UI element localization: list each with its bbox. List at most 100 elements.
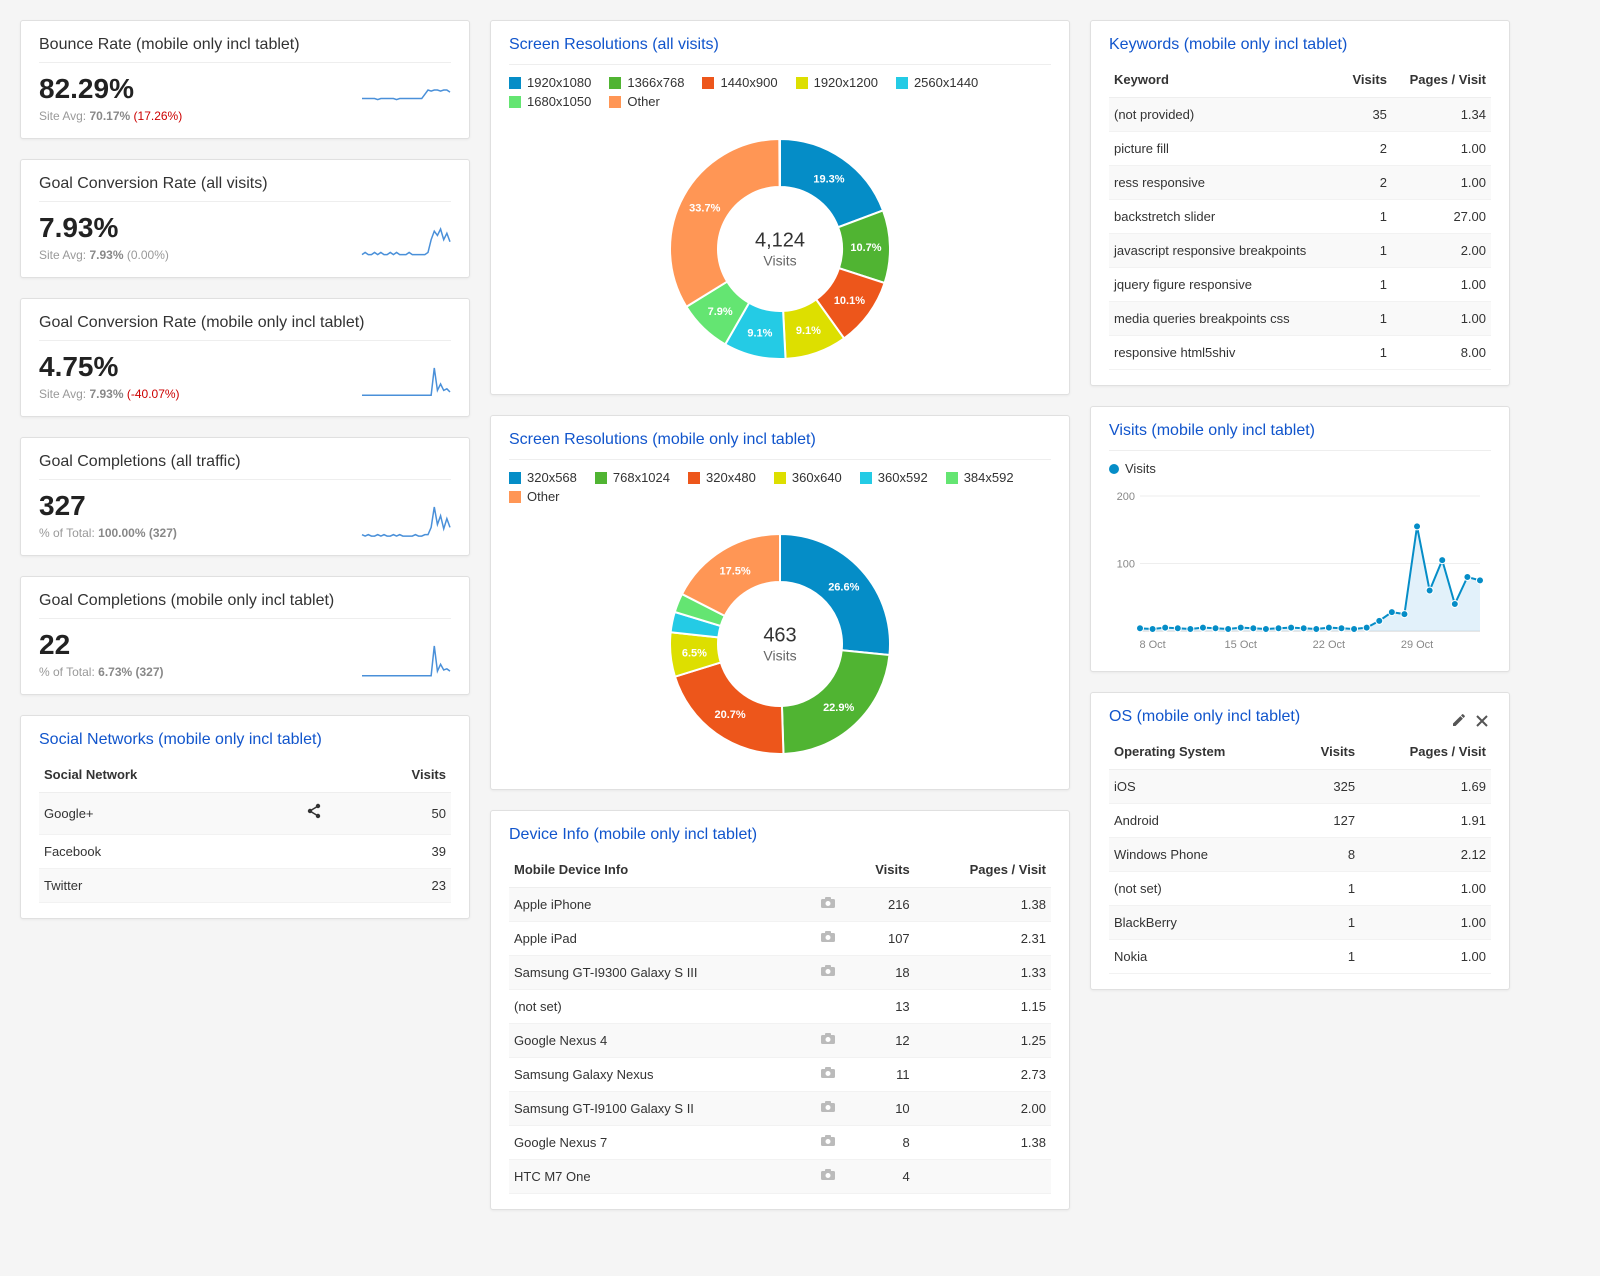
metric-title: Goal Conversion Rate (all visits) [39,175,451,193]
table-row[interactable]: Samsung GT-I9100 Galaxy S II102.00 [509,1092,1051,1126]
os-name: BlackBerry [1109,906,1293,940]
table-row[interactable]: javascript responsive breakpoints12.00 [1109,234,1491,268]
social-visits: 23 [347,869,451,903]
camera-icon[interactable] [820,897,836,912]
table-row[interactable]: Twitter23 [39,869,451,903]
chart-point[interactable] [1325,624,1332,631]
table-row[interactable]: jquery figure responsive11.00 [1109,268,1491,302]
chart-point[interactable] [1262,625,1269,632]
legend-item[interactable]: 360x640 [774,470,842,485]
donut1-title[interactable]: Screen Resolutions (all visits) [509,36,1051,54]
chart-point[interactable] [1137,625,1144,632]
legend-item[interactable]: 360x592 [860,470,928,485]
chart-point[interactable] [1338,625,1345,632]
legend-item[interactable]: 768x1024 [595,470,670,485]
table-row[interactable]: responsive html5shiv18.00 [1109,336,1491,370]
metric-subtext: Site Avg: 70.17% (17.26%) [39,109,182,123]
keywords-title[interactable]: Keywords (mobile only incl tablet) [1109,36,1491,54]
chart-point[interactable] [1275,625,1282,632]
table-row[interactable]: Google Nexus 4121.25 [509,1024,1051,1058]
camera-icon[interactable] [820,1033,836,1048]
sparkline [361,227,451,262]
metric-value: 4.75% [39,351,180,383]
chart-point[interactable] [1414,523,1421,530]
legend-item[interactable]: Other [509,489,560,504]
table-row[interactable]: (not provided)351.34 [1109,98,1491,132]
donut-slice[interactable] [670,139,780,307]
legend-item[interactable]: 320x480 [688,470,756,485]
os-title[interactable]: OS (mobile only incl tablet) [1109,708,1300,726]
table-row[interactable]: Nokia11.00 [1109,940,1491,974]
table-row[interactable]: (not set)11.00 [1109,872,1491,906]
chart-point[interactable] [1174,625,1181,632]
chart-point[interactable] [1225,625,1232,632]
table-row[interactable]: Google+50 [39,793,451,835]
legend-item[interactable]: 2560x1440 [896,75,978,90]
legend-item[interactable]: 1920x1200 [796,75,878,90]
chart-point[interactable] [1439,557,1446,564]
chart-point[interactable] [1212,625,1219,632]
chart-point[interactable] [1162,624,1169,631]
camera-icon[interactable] [820,1067,836,1082]
chart-point[interactable] [1250,625,1257,632]
chart-point[interactable] [1237,624,1244,631]
table-row[interactable]: backstretch slider127.00 [1109,200,1491,234]
kw-ppv: 2.00 [1392,234,1491,268]
chart-point[interactable] [1199,624,1206,631]
chart-point[interactable] [1376,617,1383,624]
legend-item[interactable]: Other [609,94,660,109]
table-row[interactable]: BlackBerry11.00 [1109,906,1491,940]
close-icon[interactable] [1473,714,1491,733]
table-row[interactable]: media queries breakpoints css11.00 [1109,302,1491,336]
table-row[interactable]: Facebook39 [39,835,451,869]
camera-icon[interactable] [820,1135,836,1150]
x-axis-label: 15 Oct [1225,639,1257,651]
table-row[interactable]: iOS3251.69 [1109,770,1491,804]
chart-point[interactable] [1401,611,1408,618]
legend-item[interactable]: 1440x900 [702,75,777,90]
chart-point[interactable] [1288,624,1295,631]
chart-point[interactable] [1313,625,1320,632]
metric-title: Bounce Rate (mobile only incl tablet) [39,36,451,54]
os-ppv: 1.00 [1360,906,1491,940]
chart-point[interactable] [1187,625,1194,632]
camera-icon[interactable] [820,931,836,946]
camera-icon[interactable] [820,965,836,980]
table-row[interactable]: HTC M7 One4 [509,1160,1051,1194]
table-row[interactable]: Apple iPad1072.31 [509,922,1051,956]
table-row[interactable]: Apple iPhone2161.38 [509,888,1051,922]
table-row[interactable]: (not set)131.15 [509,990,1051,1024]
chart-point[interactable] [1451,601,1458,608]
column-left: Bounce Rate (mobile only incl tablet) 82… [20,20,470,919]
table-row[interactable]: Samsung GT-I9300 Galaxy S III181.33 [509,956,1051,990]
x-axis-label: 22 Oct [1313,639,1345,651]
chart-point[interactable] [1388,609,1395,616]
legend-item[interactable]: 320x568 [509,470,577,485]
social-networks-title[interactable]: Social Networks (mobile only incl tablet… [39,731,451,749]
legend-item[interactable]: 1366x768 [609,75,684,90]
chart-point[interactable] [1426,587,1433,594]
donut2-title[interactable]: Screen Resolutions (mobile only incl tab… [509,431,1051,449]
legend-item[interactable]: 1680x1050 [509,94,591,109]
legend-item[interactable]: 1920x1080 [509,75,591,90]
table-row[interactable]: ress responsive21.00 [1109,166,1491,200]
chart-point[interactable] [1477,577,1484,584]
device-info-title[interactable]: Device Info (mobile only incl tablet) [509,826,1051,844]
edit-icon[interactable] [1449,714,1469,733]
legend-item[interactable]: 384x592 [946,470,1014,485]
chart-point[interactable] [1300,625,1307,632]
visits-chart-title[interactable]: Visits (mobile only incl tablet) [1109,422,1491,440]
table-row[interactable]: picture fill21.00 [1109,132,1491,166]
camera-icon[interactable] [820,1101,836,1116]
chart-area-fill [1140,526,1480,631]
chart-point[interactable] [1149,625,1156,632]
chart-point[interactable] [1351,625,1358,632]
table-row[interactable]: Android1271.91 [1109,804,1491,838]
table-row[interactable]: Windows Phone82.12 [1109,838,1491,872]
col-visits: Visits [845,852,915,888]
table-row[interactable]: Google Nexus 781.38 [509,1126,1051,1160]
table-row[interactable]: Samsung Galaxy Nexus112.73 [509,1058,1051,1092]
chart-point[interactable] [1464,574,1471,581]
camera-icon[interactable] [820,1169,836,1184]
chart-point[interactable] [1363,624,1370,631]
